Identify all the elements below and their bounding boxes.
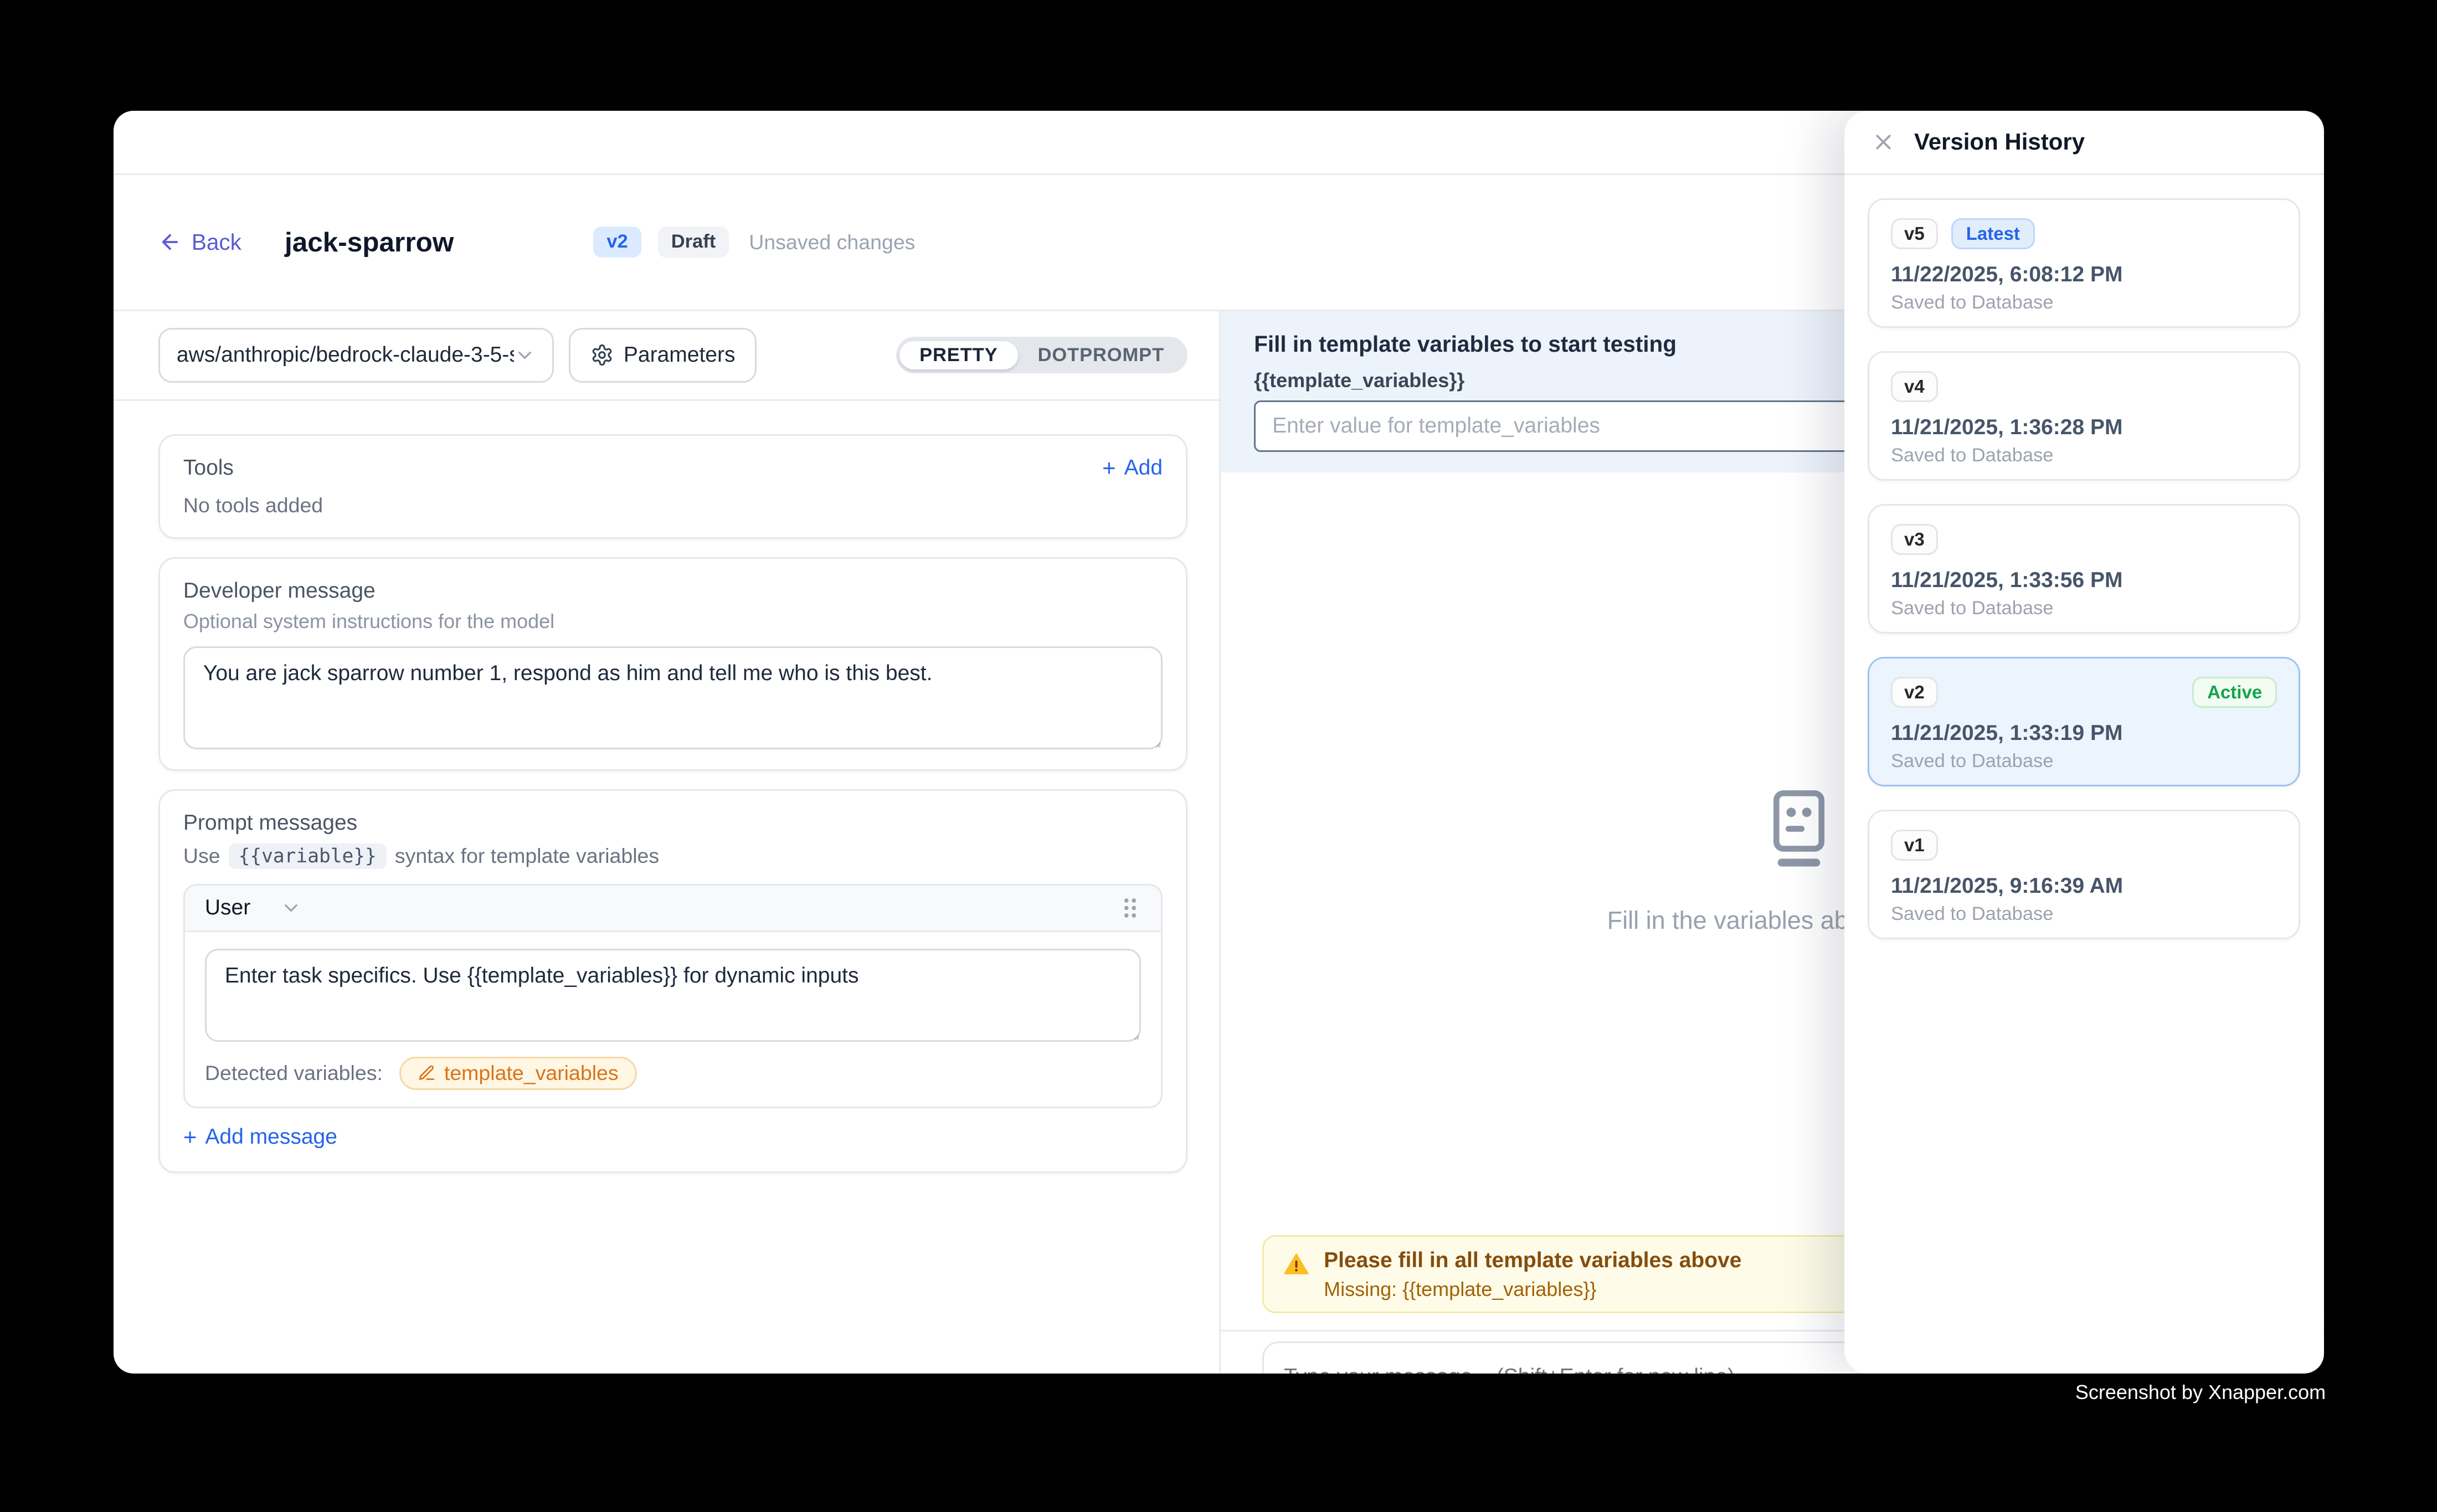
developer-message-input[interactable]: You are jack sparrow number 1, respond a…: [183, 646, 1163, 749]
editor-scroll-area: Tools + Add No tools added Developer mes…: [114, 401, 1219, 1173]
prompt-editor-pane: aws/anthropic/bedrock-claude-3-5-s... Pa…: [114, 311, 1221, 1374]
add-tool-label: Add: [1124, 456, 1163, 480]
unsaved-changes-label: Unsaved changes: [749, 230, 915, 254]
role-value: User: [205, 896, 250, 920]
desktop-background: Back jack-sparrow v2 Draft Unsaved chang…: [0, 0, 2437, 1512]
chevron-down-icon: [514, 344, 536, 366]
add-message-label: Add message: [205, 1125, 337, 1149]
version-source: Saved to Database: [1891, 903, 2277, 925]
page-title: jack-sparrow: [285, 227, 454, 258]
version-source: Saved to Database: [1891, 292, 2277, 313]
version-number-badge: v1: [1891, 830, 1938, 861]
back-button[interactable]: Back: [158, 229, 241, 255]
detected-variables-row: Detected variables: template_variables: [205, 1057, 1141, 1090]
chevron-down-icon: [280, 897, 302, 919]
version-history-title: Version History: [1914, 128, 2085, 155]
syntax-hint-suffix: syntax for template variables: [395, 844, 659, 868]
version-card[interactable]: v2 Active 11/21/2025, 1:33:19 PM Saved t…: [1868, 657, 2300, 786]
detected-variable-chip[interactable]: template_variables: [399, 1057, 637, 1090]
model-toolbar: aws/anthropic/bedrock-claude-3-5-s... Pa…: [114, 311, 1219, 401]
version-timestamp: 11/21/2025, 1:33:19 PM: [1891, 721, 2277, 745]
toggle-option-dotprompt[interactable]: DOTPROMPT: [1018, 341, 1185, 369]
warning-title: Please fill in all template variables ab…: [1324, 1248, 1741, 1273]
version-timestamp: 11/22/2025, 6:08:12 PM: [1891, 263, 2277, 287]
plus-icon: +: [183, 1125, 197, 1149]
parameters-button[interactable]: Parameters: [569, 328, 757, 383]
close-button[interactable]: [1871, 130, 1896, 155]
model-selector-value: aws/anthropic/bedrock-claude-3-5-s...: [177, 343, 514, 367]
status-badge: Draft: [658, 227, 729, 258]
version-history-panel: Version History v5 Latest 11/22/2025, 6:…: [1844, 111, 2323, 1374]
prompt-messages-title: Prompt messages: [183, 811, 1163, 835]
message-block: User: [183, 884, 1163, 1108]
tools-card: Tools + Add No tools added: [158, 434, 1187, 539]
version-timestamp: 11/21/2025, 1:36:28 PM: [1891, 415, 2277, 440]
version-list: v5 Latest 11/22/2025, 6:08:12 PM Saved t…: [1844, 175, 2323, 963]
version-number-badge: v3: [1891, 524, 1938, 555]
tools-empty-text: No tools added: [183, 493, 1163, 517]
parameters-label: Parameters: [624, 343, 736, 367]
version-number-badge: v2: [1891, 677, 1938, 708]
version-source: Saved to Database: [1891, 750, 2277, 772]
close-icon: [1871, 130, 1896, 155]
syntax-code-chip: {{variable}}: [229, 844, 387, 869]
version-timestamp: 11/21/2025, 1:33:56 PM: [1891, 568, 2277, 593]
format-toggle: PRETTY DOTPROMPT: [896, 337, 1187, 373]
drag-handle[interactable]: [1119, 896, 1141, 920]
grip-dots-icon: [1119, 896, 1141, 920]
detected-variable-name: template_variables: [444, 1061, 619, 1085]
developer-message-title: Developer message: [183, 579, 1163, 603]
version-card[interactable]: v1 11/21/2025, 9:16:39 AM Saved to Datab…: [1868, 810, 2300, 939]
message-header: User: [185, 886, 1161, 932]
version-source: Saved to Database: [1891, 445, 2277, 466]
version-card[interactable]: v3 11/21/2025, 1:33:56 PM Saved to Datab…: [1868, 504, 2300, 634]
version-card[interactable]: v5 Latest 11/22/2025, 6:08:12 PM Saved t…: [1868, 198, 2300, 328]
warning-icon: [1284, 1252, 1309, 1300]
warning-missing: Missing: {{template_variables}}: [1324, 1278, 1741, 1301]
version-number-badge: v4: [1891, 371, 1938, 402]
prompt-messages-card: Prompt messages Use {{variable}} syntax …: [158, 789, 1187, 1173]
version-card[interactable]: v4 11/21/2025, 1:36:28 PM Saved to Datab…: [1868, 351, 2300, 481]
syntax-hint-prefix: Use: [183, 844, 220, 868]
add-message-button[interactable]: + Add message: [183, 1125, 337, 1149]
message-input[interactable]: Enter task specifics. Use {{template_var…: [205, 949, 1141, 1042]
tools-title: Tools: [183, 456, 234, 480]
role-selector[interactable]: User: [205, 896, 302, 920]
robot-icon: [1764, 790, 1834, 876]
syntax-hint: Use {{variable}} syntax for template var…: [183, 844, 1163, 869]
version-number-badge: v5: [1891, 218, 1938, 249]
plus-icon: +: [1102, 456, 1116, 480]
pencil-icon: [418, 1064, 436, 1082]
toggle-option-pretty[interactable]: PRETTY: [899, 341, 1018, 369]
version-state-badge: Latest: [1951, 218, 2035, 249]
version-history-header: Version History: [1844, 111, 2323, 175]
developer-message-card: Developer message Optional system instru…: [158, 557, 1187, 771]
version-source: Saved to Database: [1891, 598, 2277, 619]
watermark: Screenshot by Xnapper.com: [2075, 1381, 2326, 1404]
back-label: Back: [192, 229, 241, 255]
version-state-badge: Active: [2192, 677, 2277, 708]
add-tool-button[interactable]: + Add: [1102, 456, 1163, 480]
arrow-left-icon: [158, 230, 182, 254]
developer-message-subtitle: Optional system instructions for the mod…: [183, 610, 1163, 633]
version-badge: v2: [593, 227, 641, 258]
gear-icon: [590, 343, 614, 367]
model-selector[interactable]: aws/anthropic/bedrock-claude-3-5-s...: [158, 328, 554, 383]
message-body: Enter task specifics. Use {{template_var…: [185, 932, 1161, 1107]
version-timestamp: 11/21/2025, 9:16:39 AM: [1891, 874, 2277, 898]
detected-variables-label: Detected variables:: [205, 1061, 383, 1085]
